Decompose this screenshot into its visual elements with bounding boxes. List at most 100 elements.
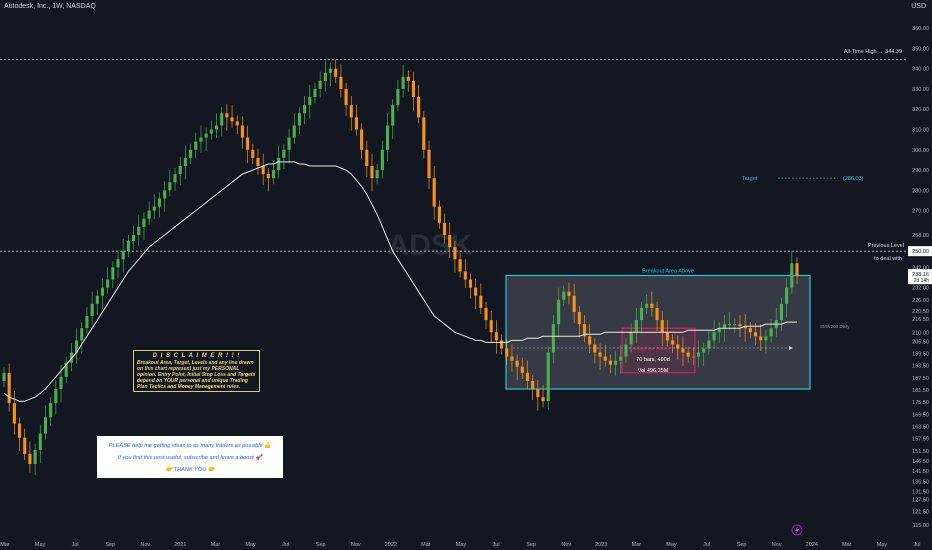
target-value: (286.03) <box>843 176 864 182</box>
candle-body <box>209 129 213 134</box>
candle-body <box>261 166 265 175</box>
candle-body <box>271 170 276 179</box>
y-tick-label: 340.00 <box>912 67 929 73</box>
x-tick-label: Mar <box>421 542 431 548</box>
candle-body <box>339 76 343 89</box>
candle-body <box>380 149 384 171</box>
candle-body <box>458 259 462 272</box>
x-tick-label: Mar <box>0 542 10 548</box>
x-tick-label: Sep <box>105 542 115 548</box>
disclaimer-box: D I S C L A I M E R ! ! ! Breakout Area,… <box>133 350 260 392</box>
candle-body <box>142 218 146 227</box>
y-tick-label: 163.50 <box>912 425 929 431</box>
candle-body <box>303 105 307 114</box>
target-label: Target <box>742 176 758 182</box>
candle-body <box>391 105 395 126</box>
candle-body <box>375 170 379 179</box>
candle-body <box>365 149 369 167</box>
candle-body <box>318 80 322 89</box>
candle-body <box>23 437 27 454</box>
candle-body <box>251 149 255 158</box>
candle-body <box>479 295 483 308</box>
x-tick-label: 2021 <box>174 542 186 548</box>
candle-body <box>43 417 48 434</box>
y-tick-label: 270.00 <box>912 209 929 215</box>
candle-body <box>624 344 628 357</box>
candle-body <box>474 287 478 296</box>
candle-body <box>686 352 690 357</box>
candle-body <box>702 348 706 353</box>
candle-body <box>753 332 758 337</box>
currency-label[interactable]: USD <box>911 3 926 10</box>
candle-body <box>240 125 244 138</box>
candle-body <box>199 137 203 142</box>
y-tick-label: 121.50 <box>912 510 929 516</box>
x-tick-label: May <box>877 542 888 548</box>
candle-body <box>334 68 338 77</box>
y-tick-label: 258.00 <box>912 233 929 239</box>
candle-body <box>49 403 53 418</box>
x-tick-label: Nov <box>772 542 782 548</box>
y-tick-label: 216.50 <box>912 317 929 323</box>
candle-body <box>443 222 447 235</box>
candle-body <box>59 376 63 390</box>
candle-body <box>468 279 473 288</box>
lightning-icon <box>795 526 799 534</box>
candle-body <box>308 97 312 106</box>
candle-body <box>28 453 32 465</box>
candle-body <box>385 125 390 150</box>
candle-body <box>33 449 37 465</box>
candle-body <box>665 332 669 341</box>
candle-body <box>168 182 172 191</box>
symbol-title: Autodesk, Inc., 1W, NASDAQ <box>4 3 96 10</box>
y-tick-label: 181.50 <box>912 388 929 394</box>
y-tick-label: 210.00 <box>912 330 929 336</box>
candle-body <box>759 336 763 341</box>
candle-body <box>354 117 358 130</box>
candle-body <box>313 88 317 98</box>
y-tick-label: 146.50 <box>912 459 929 465</box>
candle-body <box>54 389 58 404</box>
disclaimer-body: Breakout Area, Target, Levels and any li… <box>137 360 256 390</box>
x-tick-label: Jul <box>72 542 79 548</box>
sma-label: SMA 200 Daily <box>820 324 850 329</box>
candle-body <box>681 348 685 353</box>
candle-body <box>541 397 545 402</box>
candle-body <box>588 336 592 345</box>
candle-body <box>178 166 182 175</box>
y-tick-label: 175.50 <box>912 400 929 406</box>
candle-body <box>163 190 167 199</box>
y-tick-label: 300.00 <box>912 148 929 154</box>
candle-body <box>453 247 457 260</box>
candle-body <box>634 320 638 333</box>
candle-body <box>531 380 535 390</box>
candle-body <box>515 360 519 367</box>
candle-body <box>401 76 405 89</box>
y-tick-label: 205.50 <box>912 339 929 345</box>
y-tick-label: 360.00 <box>912 26 929 32</box>
x-tick-label: Sep <box>526 542 536 548</box>
candle-body <box>220 113 224 126</box>
x-tick-label: Nov <box>140 542 150 548</box>
candle-body <box>38 433 42 450</box>
candle-body <box>116 259 120 268</box>
candle-body <box>562 291 566 300</box>
x-tick-label: 2022 <box>385 542 397 548</box>
candle-body <box>557 299 561 325</box>
x-tick-label: May <box>456 542 467 548</box>
candle-body <box>790 263 794 288</box>
x-tick-label: May <box>245 542 256 548</box>
candle-body <box>417 97 421 118</box>
candle-body <box>323 72 327 81</box>
candle-body <box>12 403 16 424</box>
candle-body <box>722 324 726 329</box>
x-tick-label: Mar <box>632 542 642 548</box>
previous-level-tag-text: 250.00 <box>912 249 929 255</box>
y-tick-label: 127.50 <box>912 498 929 504</box>
candle-body <box>137 226 141 235</box>
range-volume: Vol 496.25M <box>638 368 669 374</box>
candle-body <box>132 234 136 242</box>
candle-body <box>95 295 99 304</box>
y-tick-label: 131.50 <box>912 489 929 495</box>
candle-body <box>520 366 524 373</box>
